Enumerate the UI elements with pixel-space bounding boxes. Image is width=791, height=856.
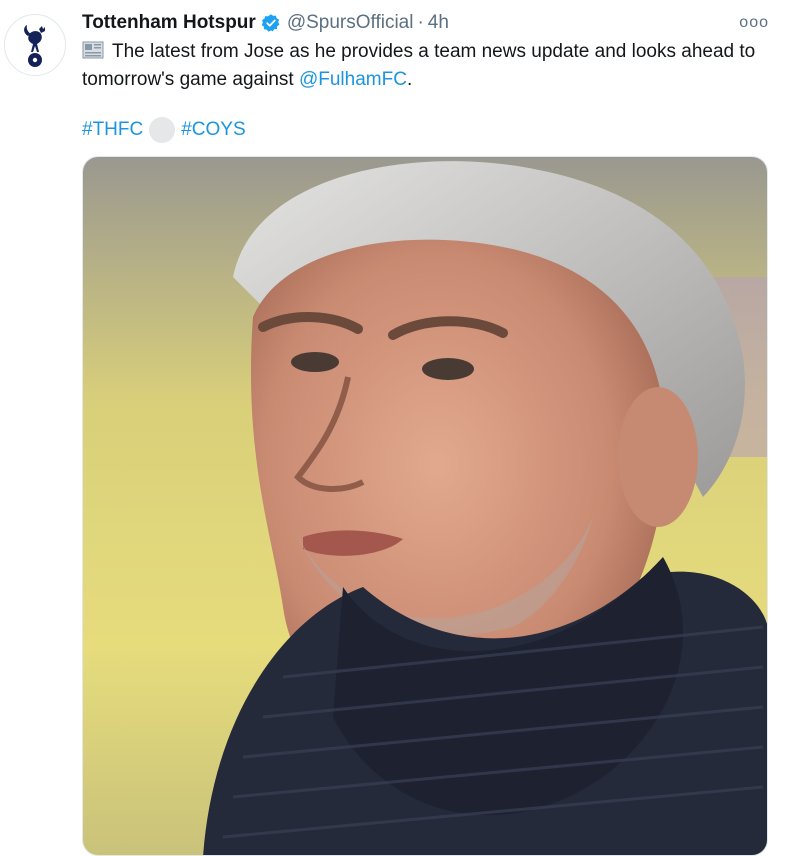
hashtag-thfc[interactable]: #THFC [82,116,143,144]
separator-dot: · [417,12,424,33]
display-name[interactable]: Tottenham Hotspur [82,12,256,34]
avatar[interactable] [4,14,66,76]
more-options-icon[interactable]: ooo [739,14,769,32]
mention-link[interactable]: @FulhamFC [299,69,407,90]
handle[interactable]: @SpursOfficial [287,12,414,34]
tweet-body-end: . [406,69,413,90]
hashtag-row: #THFC #COYS [82,116,246,144]
white-circle-emoji [149,117,176,143]
tweet-body-text: The latest from Jose as he provides a te… [82,41,756,90]
hashtag-coys[interactable]: #COYS [181,116,245,144]
timestamp[interactable]: 4h [428,12,449,34]
spurs-cockerel-logo [24,25,45,67]
newspaper-emoji [82,41,104,59]
tweet-photo[interactable] [82,156,768,856]
photo-portrait [83,157,767,855]
tweet-text: The latest from Jose as he provides a te… [82,38,782,94]
verified-badge-icon [261,14,280,32]
tweet-header: Tottenham Hotspur @SpursOfficial · 4h [82,10,781,36]
